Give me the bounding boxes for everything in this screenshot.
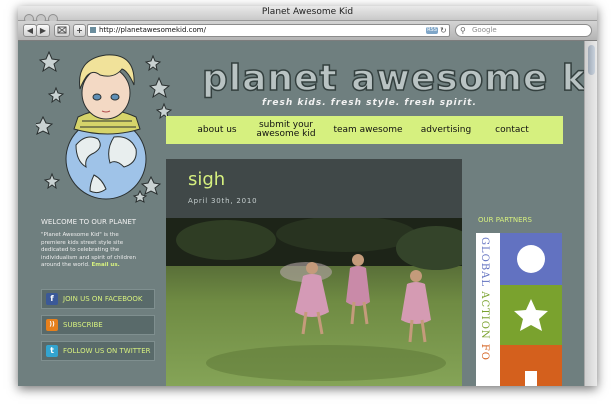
subscribe-button[interactable]: )) SUBSCRIBE bbox=[41, 315, 155, 335]
facebook-button[interactable]: f JOIN US ON FACEBOOK bbox=[41, 289, 155, 309]
subscribe-label: SUBSCRIBE bbox=[63, 321, 103, 329]
back-button[interactable]: ◀ bbox=[23, 24, 37, 37]
browser-window: Planet Awesome Kid ◀ ▶ + http://planetaw… bbox=[18, 6, 597, 386]
snapback-button[interactable] bbox=[54, 24, 70, 37]
post-title[interactable]: sigh bbox=[188, 169, 225, 190]
facebook-label: JOIN US ON FACEBOOK bbox=[63, 295, 143, 303]
twitter-icon: t bbox=[46, 345, 58, 357]
nav-submit-kid[interactable]: submit your awesome kid bbox=[252, 116, 320, 144]
rss-feed-icon[interactable]: RSS bbox=[426, 27, 438, 34]
square-icon bbox=[525, 371, 537, 386]
window-title: Planet Awesome Kid bbox=[261, 7, 354, 17]
partners-heading: OUR PARTNERS bbox=[478, 216, 532, 224]
welcome-body: "Planet Awesome Kid" is the premiere kid… bbox=[41, 232, 136, 269]
banner-orange-block bbox=[500, 345, 562, 386]
post-date: April 30th, 2010 bbox=[188, 197, 258, 205]
welcome-text: "Planet Awesome Kid" is the premiere kid… bbox=[41, 232, 136, 270]
nav-submit-line2: awesome kid bbox=[256, 129, 316, 139]
search-field[interactable]: ⚲ Google bbox=[455, 24, 592, 37]
global-action-banner[interactable]: GLOBAL ACTION FO bbox=[476, 233, 562, 386]
post-photo[interactable] bbox=[166, 218, 462, 386]
main-nav: about us submit your awesome kid team awe… bbox=[166, 116, 563, 144]
scroll-thumb[interactable] bbox=[588, 45, 595, 75]
forward-button[interactable]: ▶ bbox=[36, 24, 50, 37]
star-icon bbox=[514, 299, 548, 331]
nav-about-us[interactable]: about us bbox=[186, 116, 248, 144]
nav-contact[interactable]: contact bbox=[486, 116, 538, 144]
web-page: planet awesome kid fresh kids. fresh sty… bbox=[18, 41, 584, 386]
blog-post: sigh April 30th, 2010 bbox=[166, 159, 462, 386]
twitter-label: FOLLOW US ON TWITTER bbox=[63, 347, 151, 355]
browser-toolbar: ◀ ▶ + http://planetawesomekid.com/ RSS ↻… bbox=[18, 21, 597, 41]
add-bookmark-button[interactable]: + bbox=[73, 24, 86, 37]
url-text: http://planetawesomekid.com/ bbox=[99, 26, 206, 34]
mascot-illustration bbox=[36, 50, 173, 203]
search-placeholder: Google bbox=[472, 26, 497, 34]
children-playing-photo bbox=[166, 218, 462, 386]
vertical-scrollbar[interactable] bbox=[584, 41, 597, 386]
circle-icon bbox=[517, 245, 545, 273]
welcome-heading: WELCOME TO OUR PLANET bbox=[41, 218, 137, 226]
search-icon: ⚲ bbox=[460, 26, 466, 35]
snapback-icon bbox=[57, 26, 67, 34]
email-us-link[interactable]: Email us. bbox=[92, 262, 120, 268]
reload-icon[interactable]: ↻ bbox=[440, 25, 447, 36]
title-bar: Planet Awesome Kid bbox=[18, 6, 597, 24]
banner-green-block bbox=[500, 285, 562, 345]
facebook-icon: f bbox=[46, 293, 58, 305]
nav-advertising[interactable]: advertising bbox=[416, 116, 476, 144]
banner-text: GLOBAL ACTION FO bbox=[479, 237, 490, 361]
favicon-icon bbox=[90, 27, 96, 33]
rss-icon: )) bbox=[46, 319, 58, 331]
nav-team-awesome[interactable]: team awesome bbox=[330, 116, 406, 144]
site-tagline: fresh kids. fresh style. fresh spirit. bbox=[262, 98, 477, 108]
site-logo[interactable]: planet awesome kid bbox=[201, 57, 584, 100]
banner-blue-block bbox=[500, 233, 562, 285]
address-bar[interactable]: http://planetawesomekid.com/ RSS ↻ bbox=[87, 24, 450, 37]
twitter-button[interactable]: t FOLLOW US ON TWITTER bbox=[41, 341, 155, 361]
